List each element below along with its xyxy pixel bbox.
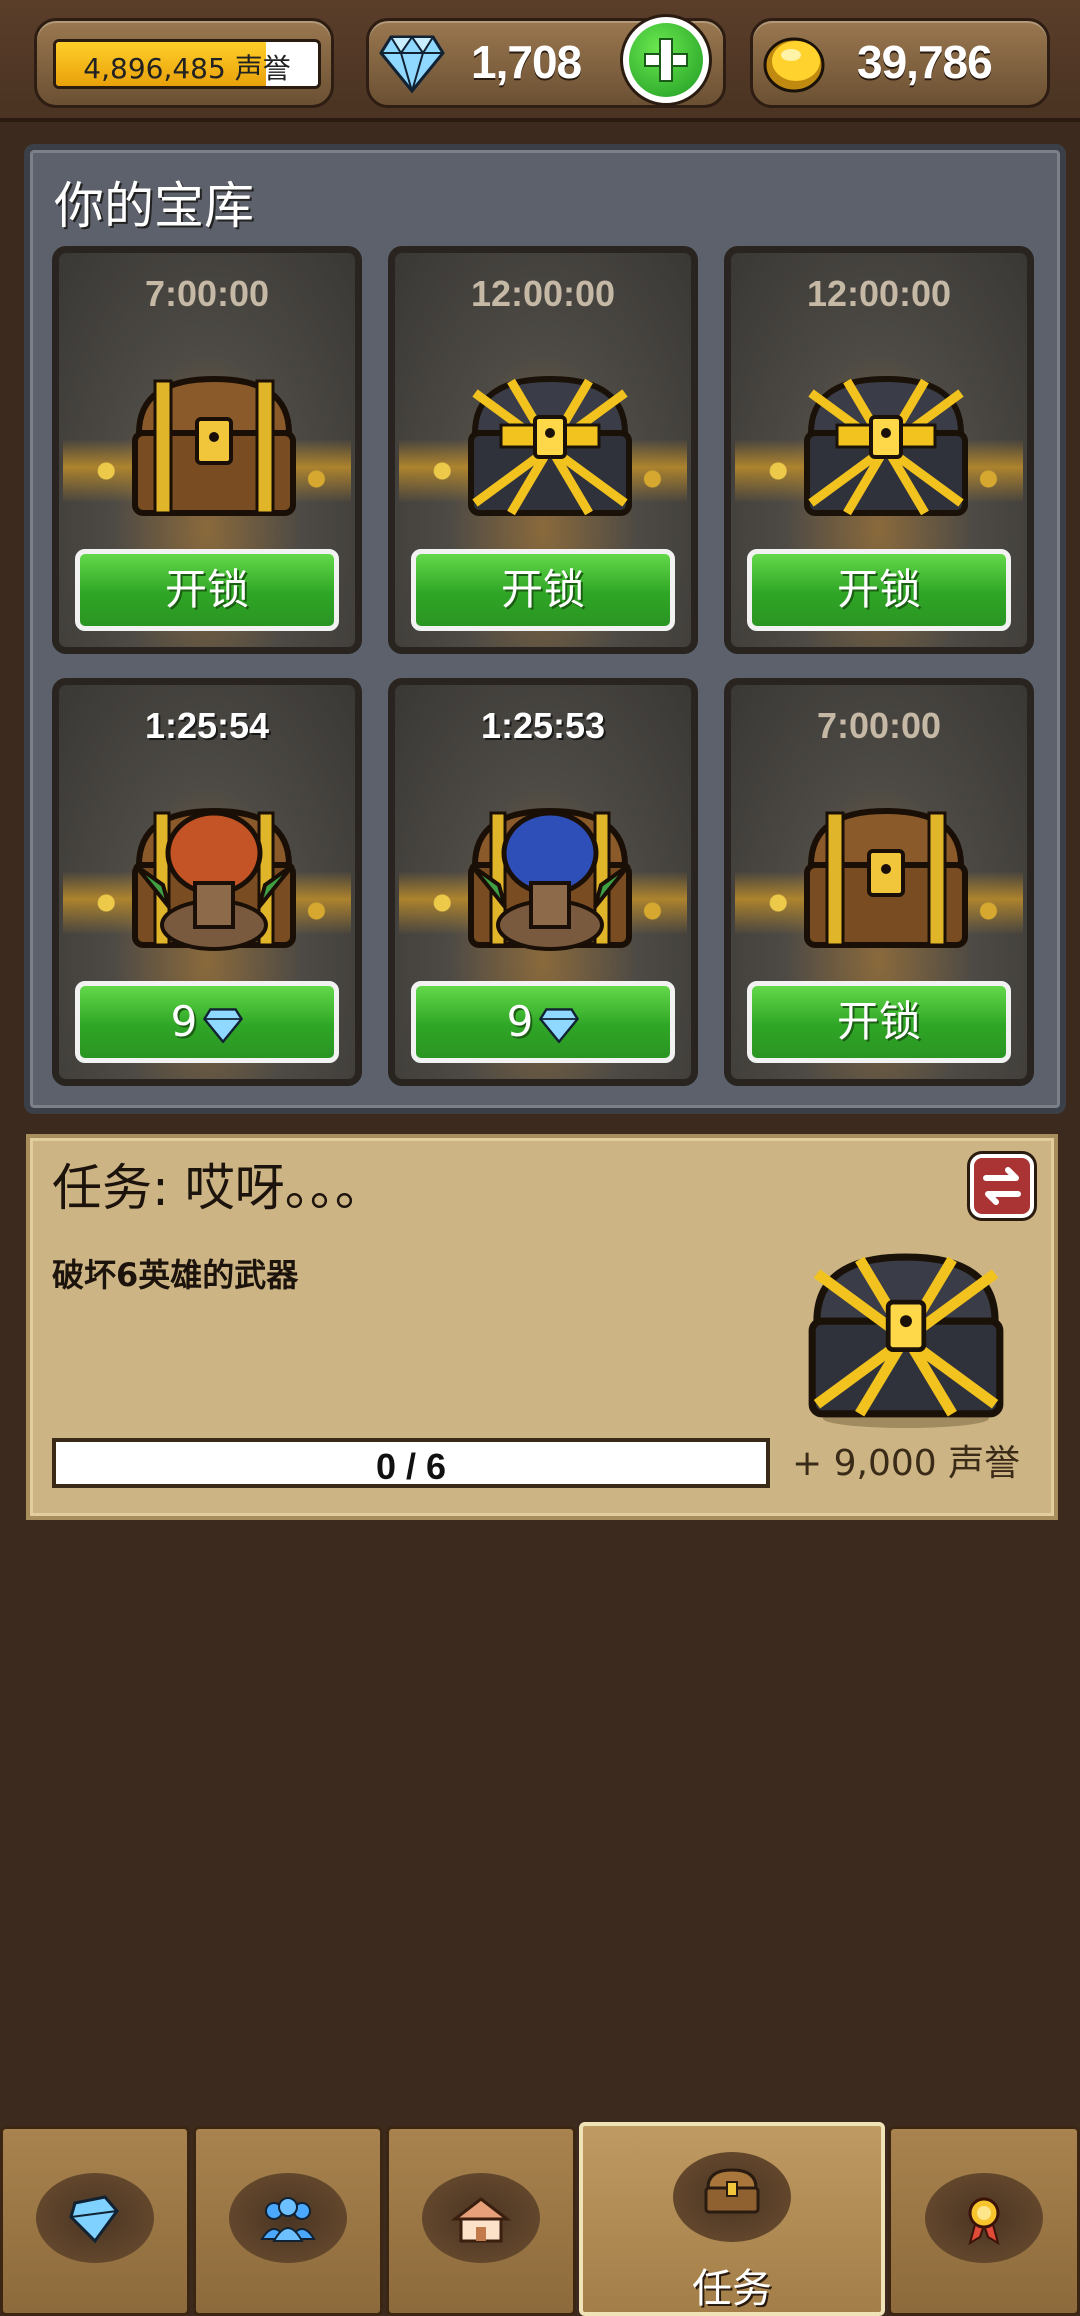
- gem-skip-button[interactable]: 9: [411, 981, 675, 1063]
- gem-cost: 9: [506, 997, 534, 1046]
- reward-gold-chest-icon: [808, 1253, 1004, 1428]
- chest-slot[interactable]: 1:25:53 9: [388, 678, 698, 1086]
- tab-village[interactable]: [386, 2126, 576, 2316]
- gem-icon: [69, 2195, 119, 2244]
- unlock-button-label: 开锁: [836, 565, 921, 614]
- swap-icon: [983, 1167, 1021, 1205]
- gem-cost: 9: [170, 997, 198, 1046]
- swap-quest-button[interactable]: [970, 1154, 1034, 1218]
- treasury-title: 你的宝库: [54, 177, 254, 235]
- gem-icon: [539, 1007, 580, 1043]
- chest-timer: 1:25:53: [480, 705, 606, 746]
- goblin-blue-chest-icon: [468, 807, 632, 951]
- treasury-panel: 你的宝库 7:00:00 开锁 12:00:00 开锁 12:00:00 开锁 …: [24, 144, 1066, 1114]
- plus-icon: [629, 23, 703, 97]
- wooden-chest-icon: [132, 375, 296, 516]
- top-bar: 4,896,485 声誉 1,708 39,786: [0, 0, 1080, 122]
- chest-timer: 12:00:00: [470, 273, 616, 314]
- gold-chest-icon: [804, 375, 968, 516]
- unlock-button-label: 开锁: [500, 565, 585, 614]
- goblin-red-chest-icon: [132, 807, 296, 951]
- unlock-button[interactable]: 开锁: [75, 549, 339, 631]
- gold-amount: 39,786: [857, 36, 993, 88]
- chest-slot[interactable]: 7:00:00 开锁: [52, 246, 362, 654]
- chest-timer: 7:00:00: [816, 705, 942, 746]
- unlock-button[interactable]: 开锁: [747, 981, 1011, 1063]
- chest-slot[interactable]: 12:00:00 开锁: [724, 246, 1034, 654]
- tab-shop[interactable]: [0, 2126, 190, 2316]
- chest-slot[interactable]: 12:00:00 开锁: [388, 246, 698, 654]
- chest-slot[interactable]: 1:25:54 9: [52, 678, 362, 1086]
- quest-title: 任务: 哎呀。。。: [52, 1159, 385, 1217]
- chest-timer: 1:25:54: [144, 705, 270, 746]
- tab-quests-label: 任务: [692, 2266, 772, 2312]
- heroes-icon: [260, 2197, 316, 2242]
- tab-quests[interactable]: 任务: [579, 2122, 885, 2316]
- quest-description: 破坏6英雄的武器: [52, 1256, 299, 1294]
- quest-progress-text: 0 / 6: [375, 1446, 447, 1487]
- gems-amount: 1,708: [471, 36, 582, 88]
- unlock-button[interactable]: 开锁: [411, 549, 675, 631]
- unlock-button[interactable]: 开锁: [747, 549, 1011, 631]
- gem-icon: [379, 35, 445, 93]
- gem-skip-button[interactable]: 9: [75, 981, 339, 1063]
- quest-panel: 任务: 哎呀。。。 破坏6英雄的武器 0 / 6 + 9,000 声誉: [26, 1134, 1058, 1520]
- village-icon: [451, 2197, 511, 2243]
- reputation-text: 4,896,485 声誉: [83, 52, 291, 85]
- bottom-nav: 任务: [0, 2122, 1080, 2316]
- gold-chest-icon: [468, 375, 632, 516]
- reputation-bar: 4,896,485 声誉: [53, 39, 321, 89]
- chest-icon: [704, 2168, 760, 2214]
- reputation-counter[interactable]: 4,896,485 声誉: [34, 18, 334, 108]
- unlock-button-label: 开锁: [836, 997, 921, 1046]
- chest-timer: 12:00:00: [806, 273, 952, 314]
- medal-icon: [968, 2197, 1000, 2245]
- chest-timer: 7:00:00: [144, 273, 270, 314]
- add-gems-button[interactable]: [620, 14, 712, 106]
- tab-achievements[interactable]: [888, 2126, 1080, 2316]
- gold-coin-icon: [763, 37, 825, 93]
- unlock-button-label: 开锁: [164, 565, 249, 614]
- wooden-chest-icon: [804, 807, 968, 948]
- gold-counter[interactable]: 39,786: [750, 18, 1050, 108]
- quest-reward: + 9,000 声誉: [792, 1443, 1021, 1484]
- quest-progress-bar: 0 / 6: [52, 1438, 770, 1488]
- gem-icon: [203, 1007, 244, 1043]
- tab-heroes[interactable]: [193, 2126, 383, 2316]
- chest-slot[interactable]: 7:00:00 开锁: [724, 678, 1034, 1086]
